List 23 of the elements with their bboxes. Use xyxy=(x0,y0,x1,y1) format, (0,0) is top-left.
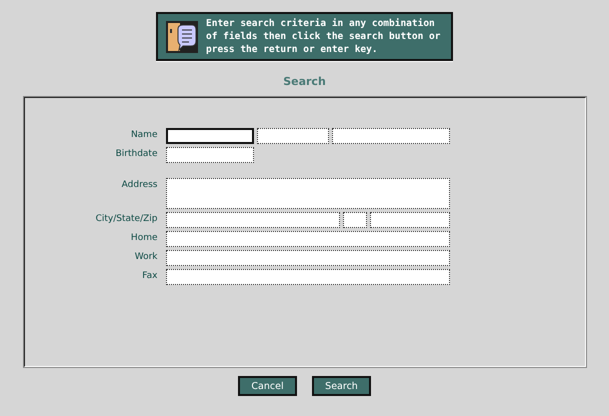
input-field[interactable] xyxy=(166,250,450,266)
input-field[interactable] xyxy=(166,128,254,144)
input-field[interactable] xyxy=(342,212,366,228)
input-field[interactable] xyxy=(332,128,450,144)
text-area-field[interactable] xyxy=(166,178,450,209)
field-label: Address xyxy=(120,179,158,190)
cancel-button[interactable]: Cancel xyxy=(238,376,297,396)
search-button[interactable]: Search xyxy=(312,376,371,396)
field-label: Name xyxy=(130,129,158,140)
field-label: Fax xyxy=(141,270,158,281)
input-field[interactable] xyxy=(370,212,450,228)
input-field[interactable] xyxy=(256,128,328,144)
field-label: Home xyxy=(130,232,158,243)
field-label: Birthdate xyxy=(114,148,158,159)
input-field[interactable] xyxy=(166,147,254,163)
input-field[interactable] xyxy=(166,269,450,285)
input-field[interactable] xyxy=(166,231,450,247)
field-label: Work xyxy=(134,251,158,262)
speech-bubble-icon xyxy=(166,20,198,52)
instruction-text: Enter search criteria in any combination of fields then click the search button or press the return or enter key. xyxy=(206,17,442,56)
form-title: Search xyxy=(283,75,326,89)
field-label: City/State/Zip xyxy=(94,213,158,224)
input-field[interactable] xyxy=(166,212,340,228)
